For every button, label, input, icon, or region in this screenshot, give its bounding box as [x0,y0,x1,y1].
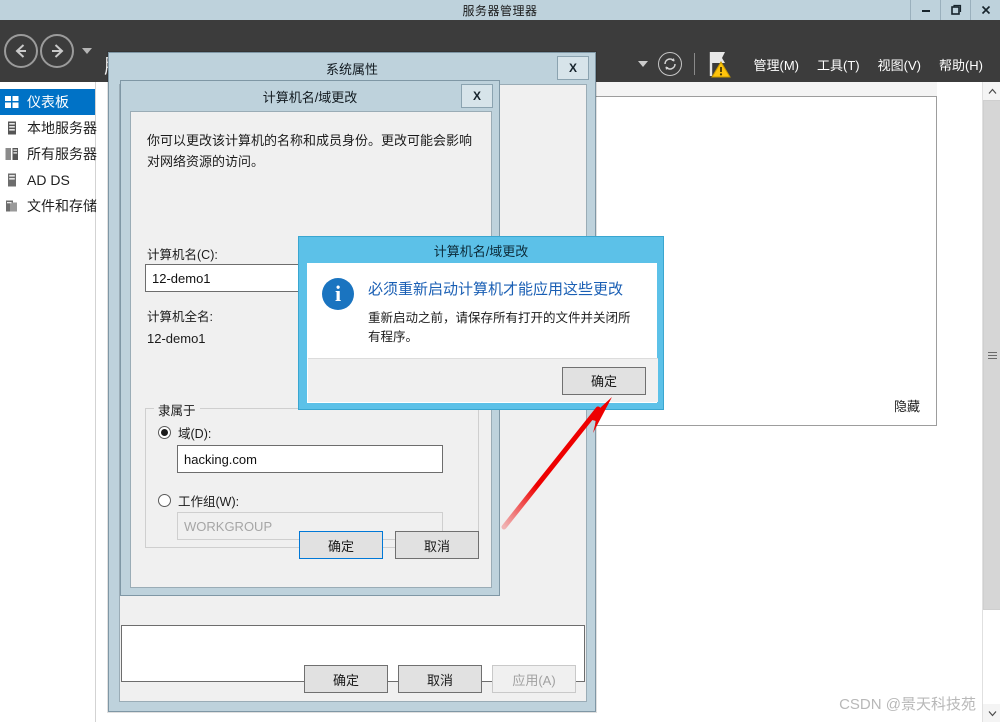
member-of-legend: 隶属于 [154,400,200,419]
system-properties-title: 系统属性 [325,61,378,77]
domain-radio-button[interactable] [158,426,171,439]
domain-input[interactable]: hacking.com [177,445,443,473]
servers-icon [4,146,20,162]
restore-button[interactable] [940,0,970,20]
sidebar-item-label: 仪表板 [27,94,69,110]
menu-tools[interactable]: 工具(T) [808,53,869,76]
member-of-groupbox: 隶属于 域(D): hacking.com 工作组(W): WORKGROUP [145,400,479,548]
scroll-down-icon[interactable] [983,704,1000,722]
messagebox-content: i 必须重新启动计算机才能应用这些更改 重新启动之前，请保存所有打开的文件并关闭… [308,264,656,347]
full-computer-name-label: 计算机全名: [147,310,213,324]
forward-arrow-icon[interactable] [40,34,74,68]
command-bar-right: 管理(M) 工具(T) 视图(V) 帮助(H) [637,48,993,80]
sidebar-item-ad-ds[interactable]: AD DS [0,167,95,193]
file-storage-icon [4,198,20,214]
scroll-up-icon[interactable] [983,82,1000,100]
window-controls [910,0,1000,20]
sysprops-ok-button[interactable]: 确定 [304,665,388,693]
system-properties-titlebar: 系统属性 X [109,53,595,83]
computer-name-ok-button[interactable]: 确定 [299,531,383,559]
restart-required-messagebox: 计算机名/域更改 i 必须重新启动计算机才能应用这些更改 重新启动之前，请保存所… [298,236,664,410]
workgroup-radio-button[interactable] [158,494,171,507]
sidebar-item-label: AD DS [27,172,70,188]
close-icon[interactable]: X [557,56,589,80]
scrollbar-grip-icon [987,350,997,361]
full-computer-name-value: 12-demo1 [147,331,206,346]
back-arrow-icon[interactable] [4,34,38,68]
dashboard-icon [4,94,20,110]
workgroup-radio-label: 工作组(W): [178,495,240,509]
menu-manage[interactable]: 管理(M) [745,53,809,76]
window-title: 服务器管理器 [462,3,538,18]
computer-name-dialog-button-row: 确定 取消 [299,531,479,559]
menu-help[interactable]: 帮助(H) [930,53,992,76]
computer-name-dialog-title: 计算机名/域更改 [262,89,358,105]
notification-flag-icon[interactable] [707,48,737,80]
computer-name-dialog-titlebar: 计算机名/域更改 X [121,81,499,111]
computer-name-cancel-button[interactable]: 取消 [395,531,479,559]
content-scrollbar[interactable] [982,82,1000,722]
close-button[interactable] [970,0,1000,20]
messagebox-ok-button[interactable]: 确定 [562,366,646,395]
window-titlebar: 服务器管理器 [0,0,1000,20]
sidebar-item-label: 本地服务器 [27,120,97,136]
minimize-button[interactable] [910,0,940,20]
messagebox-body: 重新启动之前，请保存所有打开的文件并关闭所有程序。 [368,311,631,344]
sysprops-cancel-button[interactable]: 取消 [398,665,482,693]
computer-name-description: 你可以更改该计算机的名称和成员身份。更改可能会影响对网络资源的访问。 [147,133,473,169]
refresh-icon[interactable] [657,52,682,76]
info-icon: i [322,278,354,310]
messagebox-inner: i 必须重新启动计算机才能应用这些更改 重新启动之前，请保存所有打开的文件并关闭… [307,263,658,403]
navigation-arrows [4,34,92,68]
messagebox-title: 计算机名/域更改 [433,243,529,259]
menu-view[interactable]: 视图(V) [869,53,930,76]
scrollbar-thumb[interactable] [983,100,1000,610]
ad-ds-icon [4,172,20,188]
sidebar-item-local-server[interactable]: 本地服务器 [0,115,97,141]
scrollbar-track[interactable] [983,100,1000,610]
nav-history-dropdown-icon[interactable] [82,48,92,54]
sysprops-apply-button: 应用(A) [492,665,576,693]
sidebar: 仪表板 本地服务器 所有服务器 AD DS 文件和存储服务 [0,82,125,722]
server-icon [4,120,20,136]
watermark: CSDN @景天科技苑 [839,696,976,713]
domain-radio-row[interactable]: 域(D): [158,423,211,442]
computer-name-label: 计算机名(C): [147,248,218,262]
messagebox-footer: 确定 [308,358,658,402]
chevron-down-icon[interactable] [637,61,648,67]
sidebar-item-all-servers[interactable]: 所有服务器 [0,141,97,167]
system-properties-button-row: 确定 取消 应用(A) [120,665,586,693]
sidebar-item-file-storage-services[interactable]: 文件和存储服务 [0,193,125,219]
hide-link[interactable]: 隐藏 [894,396,920,415]
messagebox-heading: 必须重新启动计算机才能应用这些更改 [368,281,624,298]
sidebar-item-label: 所有服务器 [27,146,97,162]
divider [693,53,695,75]
workgroup-radio-row[interactable]: 工作组(W): [158,491,239,510]
sidebar-item-dashboard[interactable]: 仪表板 [0,89,95,115]
domain-radio-label: 域(D): [178,427,212,441]
close-icon[interactable]: X [461,84,493,108]
